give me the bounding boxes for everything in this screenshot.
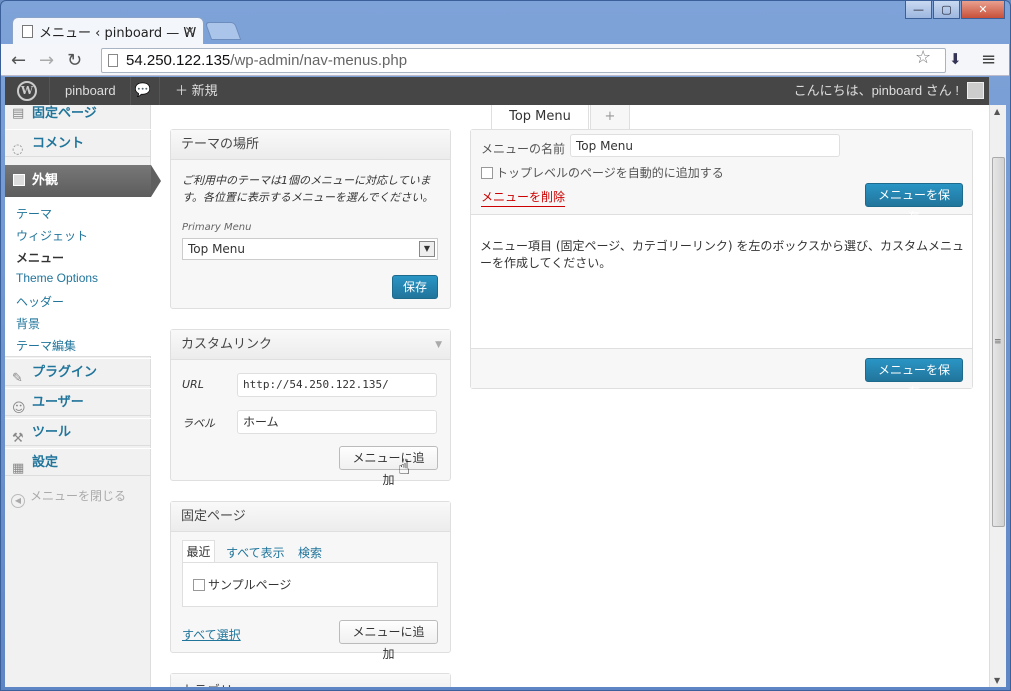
window-controls: — ▢ ✕	[904, 0, 1005, 19]
delete-menu-link[interactable]: メニューを削除	[481, 188, 566, 207]
page-scrollbar[interactable]: ▲ ≡ ▼	[989, 105, 1006, 687]
tab-search[interactable]: 検索	[298, 544, 322, 561]
settings-icon: ▦	[12, 461, 25, 476]
howdy-user[interactable]: こんにちは、pinboard さん !	[794, 77, 959, 105]
theme-locations-title: テーマの場所	[171, 130, 450, 160]
sidebar-item-appearance[interactable]: 外観	[5, 165, 161, 197]
appearance-submenu: テーマ ウィジェット メニュー Theme Options ヘッダー 背景 テー…	[5, 197, 151, 357]
wp-admin-bar: W pinboard 💬 ＋ 新規 こんにちは、pinboard さん !	[5, 77, 989, 105]
pages-box-title: 固定ページ	[171, 502, 450, 532]
categories-box-title: カテゴリー	[171, 674, 450, 687]
new-content-link[interactable]: ＋ 新規	[175, 77, 218, 105]
tab-top-menu[interactable]: Top Menu	[491, 105, 589, 130]
link-label-label: ラベル	[182, 417, 215, 430]
speech-bubble-icon[interactable]: 💬	[127, 77, 160, 105]
checkbox[interactable]	[193, 579, 205, 591]
url-host: 54.250.122.135	[126, 52, 231, 69]
scroll-down-icon[interactable]: ▼	[994, 676, 1000, 685]
forward-arrow-icon[interactable]: →	[39, 50, 54, 71]
bookmark-star-icon[interactable]: ☆	[915, 47, 931, 68]
url-path: /wp-admin/nav-menus.php	[230, 52, 408, 69]
auto-add-checkbox[interactable]	[481, 167, 493, 179]
sidebar-item-pages[interactable]: ▤ 固定ページ	[5, 105, 151, 127]
active-arrow-icon	[151, 165, 161, 197]
minimize-button[interactable]: —	[905, 0, 932, 19]
browser-menu-icon[interactable]: ≡	[981, 49, 996, 70]
save-locations-button[interactable]: 保存	[392, 275, 438, 299]
pages-checklist: サンプルページ	[182, 562, 438, 607]
extension-icon[interactable]: ⬇	[949, 50, 962, 68]
list-item[interactable]: サンプルページ	[193, 576, 291, 593]
page-viewport: ▤ 固定ページ ◌ コメント 外観 テーマ ウィジェット メニュー Theme Op…	[5, 105, 989, 687]
submenu-themes[interactable]: テーマ	[16, 205, 52, 222]
menu-name-input[interactable]: Top Menu	[570, 134, 840, 157]
comments-icon: ◌	[12, 142, 24, 157]
link-label-input[interactable]: ホーム	[237, 410, 437, 434]
submenu-background[interactable]: 背景	[16, 315, 40, 332]
submenu-widgets[interactable]: ウィジェット	[16, 227, 88, 244]
primary-menu-label: Primary Menu	[182, 222, 252, 233]
scroll-grip-icon: ≡	[994, 337, 1002, 347]
menu-name-label: メニューの名前	[481, 142, 566, 156]
hand-cursor-icon: ☝	[398, 455, 411, 479]
sidebar-item-tools[interactable]: ⚒ ツール	[5, 418, 151, 446]
categories-box: カテゴリー	[170, 673, 451, 687]
menu-editor-box: メニューの名前 Top Menu トップレベルのページを自動的に追加する メニュ…	[470, 129, 973, 399]
save-menu-button-top[interactable]: メニューを保存	[865, 183, 963, 224]
maximize-button[interactable]: ▢	[933, 0, 960, 19]
reload-icon[interactable]: ↻	[67, 50, 82, 71]
save-menu-button-bottom[interactable]: メニューを保存	[865, 358, 963, 399]
sidebar-item-comments[interactable]: ◌ コメント	[5, 129, 151, 157]
browser-tab[interactable]: メニュー ‹ pinboard — W ×	[12, 17, 204, 45]
back-arrow-icon[interactable]: ←	[11, 50, 26, 71]
submenu-theme-options[interactable]: Theme Options	[16, 271, 98, 285]
primary-menu-select[interactable]: Top Menu ▼	[182, 238, 438, 260]
custom-links-title[interactable]: カスタムリンク ▼	[171, 330, 450, 360]
sidebar-item-users[interactable]: ☺ ユーザー	[5, 388, 151, 416]
pages-icon: ▤	[12, 106, 25, 121]
tab-recent[interactable]: 最近	[182, 540, 215, 562]
add-menu-tab[interactable]: +	[590, 105, 630, 130]
pages-box: 固定ページ 最近 すべて表示 検索 サンプルページ すべて選択 メニューに追加	[170, 501, 451, 661]
add-custom-link-button[interactable]: メニューに追加	[339, 446, 438, 487]
browser-toolbar: ← → ↻ 54.250.122.135/wp-admin/nav-menus.…	[1, 44, 1009, 76]
page-favicon-icon	[22, 25, 33, 38]
toggle-arrow-icon[interactable]: ▼	[435, 330, 442, 360]
site-name-link[interactable]: pinboard	[51, 77, 131, 105]
collapse-arrow-icon: ◀	[11, 494, 25, 508]
theme-locations-description: ご利用中のテーマは1個のメニューに対応しています。各位置に表示するメニューを選ん…	[182, 174, 434, 204]
sidebar-item-plugins[interactable]: ✎ プラグイン	[5, 358, 151, 386]
chevron-down-icon: ▼	[419, 241, 435, 257]
sidebar-item-settings[interactable]: ▦ 設定	[5, 448, 151, 476]
url-label: URL	[182, 378, 204, 391]
close-tab-icon[interactable]: ×	[184, 24, 195, 39]
submenu-header[interactable]: ヘッダー	[16, 293, 64, 310]
url-input[interactable]: http://54.250.122.135/	[237, 373, 437, 397]
theme-locations-box: テーマの場所 ご利用中のテーマは1個のメニューに対応しています。各位置に表示する…	[170, 129, 451, 309]
new-tab-button[interactable]	[204, 22, 242, 40]
wordpress-logo-icon[interactable]: W	[5, 77, 50, 105]
tab-title: メニュー ‹ pinboard — W	[39, 26, 197, 41]
submenu-menus[interactable]: メニュー	[16, 249, 64, 266]
avatar[interactable]	[967, 82, 984, 99]
scroll-up-icon[interactable]: ▲	[994, 107, 1000, 116]
collapse-menu-button[interactable]: ◀ メニューを閉じる	[11, 487, 126, 508]
add-pages-button[interactable]: メニューに追加	[339, 620, 438, 661]
menu-editor-footer: メニューを保存	[471, 348, 972, 399]
menu-instructions: メニュー項目 (固定ページ、カテゴリーリンク) を左のボックスから選び、カスタム…	[480, 239, 965, 270]
page-icon	[108, 54, 118, 67]
auto-add-option[interactable]: トップレベルのページを自動的に追加する	[481, 164, 724, 181]
appearance-icon	[13, 174, 25, 186]
select-all-link[interactable]: すべて選択	[182, 626, 241, 643]
tab-view-all[interactable]: すべて表示	[226, 544, 285, 561]
admin-sidebar: ▤ 固定ページ ◌ コメント 外観 テーマ ウィジェット メニュー Theme Op…	[5, 105, 161, 687]
menu-editor-header: メニューの名前 Top Menu トップレベルのページを自動的に追加する メニュ…	[471, 130, 972, 224]
address-bar[interactable]: 54.250.122.135/wp-admin/nav-menus.php	[101, 48, 946, 73]
close-window-button[interactable]: ✕	[961, 0, 1005, 19]
submenu-theme-editor[interactable]: テーマ編集	[16, 337, 76, 354]
